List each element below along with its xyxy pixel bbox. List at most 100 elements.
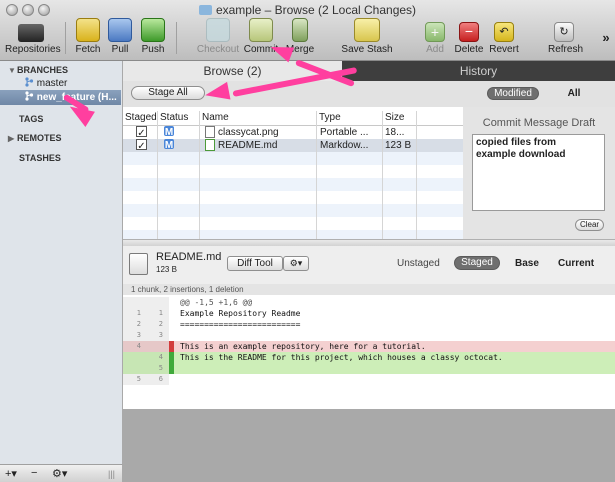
branches-heading: BRANCHES xyxy=(17,65,69,75)
column-header-size[interactable]: Size xyxy=(385,112,404,123)
empty-diff-area xyxy=(123,409,615,482)
remove-button[interactable]: − xyxy=(31,467,37,479)
revert-label: Revert xyxy=(489,44,519,55)
markdown-file-icon xyxy=(205,139,215,151)
push-button[interactable]: Push xyxy=(138,18,168,55)
image-file-icon xyxy=(205,126,215,138)
stash-icon xyxy=(354,18,380,42)
window-title-text: example – Browse (2 Local Changes) xyxy=(215,3,417,17)
diff-gear-menu-button[interactable]: ⚙▾ xyxy=(283,256,309,271)
revert-button[interactable]: ↶ Revert xyxy=(488,18,520,55)
save-stash-label: Save Stash xyxy=(341,44,393,55)
modified-filter-button[interactable]: Modified xyxy=(487,87,539,100)
sidebar-item-new-feature[interactable]: new_feature (H... xyxy=(0,90,121,105)
staged-checkbox[interactable]: ✓ xyxy=(136,126,147,137)
delete-label: Delete xyxy=(454,44,484,55)
add-menu-button[interactable]: +▾ xyxy=(5,467,17,480)
checkout-button[interactable]: Checkout xyxy=(196,18,240,55)
diff-header: README.md 123 B Diff Tool ⚙▾ Unstaged St… xyxy=(123,246,615,285)
checkout-icon xyxy=(206,18,230,42)
empty-row xyxy=(123,178,463,191)
sidebar-item-master[interactable]: master xyxy=(0,76,121,91)
checkout-label: Checkout xyxy=(196,44,240,55)
column-header-name[interactable]: Name xyxy=(202,112,229,123)
sidebar-section-remotes[interactable]: ▶ REMOTES xyxy=(8,133,62,143)
toolbar-overflow-label: » xyxy=(602,30,610,45)
diff-line-ctx: 33 xyxy=(123,330,615,341)
branch-icon xyxy=(24,77,34,87)
diff-line-text: This is the README for this project, whi… xyxy=(180,353,503,362)
app-window: example – Browse (2 Local Changes) Repos… xyxy=(0,0,615,482)
save-stash-button[interactable]: Save Stash xyxy=(341,18,393,55)
fetch-label: Fetch xyxy=(75,44,101,55)
sidebar-section-branches[interactable]: ▼BRANCHES xyxy=(8,65,68,75)
view-tabs: Browse (2) History xyxy=(123,61,615,81)
gear-menu-button[interactable]: ⚙▾ xyxy=(52,467,67,480)
refresh-icon: ↻ xyxy=(554,22,574,42)
folder-icon xyxy=(198,5,212,15)
push-up-arrow-icon xyxy=(141,18,165,42)
line-number-gutter xyxy=(123,297,169,308)
pull-button[interactable]: Pull xyxy=(106,18,134,55)
commit-message-panel: Commit Message Draft copied files from e… xyxy=(463,107,615,239)
current-view-button[interactable]: Current xyxy=(558,258,594,269)
all-filter-button[interactable]: All xyxy=(559,87,589,100)
commit-message-heading: Commit Message Draft xyxy=(482,117,596,129)
column-header-status[interactable]: Status xyxy=(160,112,188,123)
diff-file-name: README.md xyxy=(156,251,222,263)
change-marker xyxy=(169,374,174,385)
remotes-heading: REMOTES xyxy=(17,133,62,143)
commit-message-input[interactable]: copied files from example download xyxy=(472,134,605,211)
column-header-type[interactable]: Type xyxy=(319,112,341,123)
diff-line-text: ========================= xyxy=(180,320,301,329)
empty-row xyxy=(123,230,463,239)
modified-status-badge: M xyxy=(164,139,174,149)
column-header-staged[interactable]: Staged xyxy=(125,112,157,123)
new-line-number: 6 xyxy=(158,375,163,383)
diff-line-add: 4 This is the README for this project, wh… xyxy=(123,352,615,363)
add-button[interactable]: + Add xyxy=(421,18,449,55)
clear-button[interactable]: Clear xyxy=(575,219,604,231)
new-line-number: 2 xyxy=(158,320,163,328)
file-row[interactable]: ✓ M README.md Markdow... 123 B xyxy=(123,139,463,152)
toolbar-separator xyxy=(176,22,177,54)
diff-line-hunk: @@ -1,5 +1,6 @@ xyxy=(123,297,615,308)
file-row[interactable]: ✓ M classycat.png Portable ... 18... xyxy=(123,126,463,139)
staged-view-button[interactable]: Staged xyxy=(454,256,500,270)
sidebar-section-tags[interactable]: TAGS xyxy=(19,114,43,124)
diff-line-del: 4 This is an example repository, here for… xyxy=(123,341,615,352)
repositories-button[interactable]: Repositories xyxy=(5,18,61,55)
diff-line-text: @@ -1,5 +1,6 @@ xyxy=(180,298,253,307)
diff-line-text: This is an example repository, here for … xyxy=(180,342,426,351)
diff-tool-button[interactable]: Diff Tool xyxy=(227,256,283,271)
disclosure-open-icon: ▼ xyxy=(8,66,16,75)
add-label: Add xyxy=(426,44,444,55)
master-label: master xyxy=(36,78,68,89)
stage-all-button[interactable]: Stage All xyxy=(131,86,205,100)
sidebar-footer: +▾ − ⚙▾ ||| xyxy=(0,464,123,482)
change-marker xyxy=(169,297,174,308)
file-type: Markdow... xyxy=(320,140,369,151)
change-marker xyxy=(169,319,174,330)
tab-history[interactable]: History xyxy=(342,61,615,81)
diff-file-size: 123 B xyxy=(156,265,177,274)
resize-handle[interactable]: ||| xyxy=(108,469,115,479)
fetch-button[interactable]: Fetch xyxy=(72,18,104,55)
change-marker xyxy=(169,363,174,374)
change-marker xyxy=(169,341,174,352)
staged-checkbox[interactable]: ✓ xyxy=(136,139,147,150)
new-line-number: 1 xyxy=(158,309,163,317)
file-filter-bar: Stage All Modified All xyxy=(123,81,615,108)
unstaged-view-button[interactable]: Unstaged xyxy=(397,258,440,269)
disclosure-closed-icon: ▶ xyxy=(8,134,15,143)
delete-button[interactable]: − Delete xyxy=(453,18,485,55)
refresh-button[interactable]: ↻ Refresh xyxy=(548,18,584,55)
refresh-label: Refresh xyxy=(548,44,584,55)
file-size: 18... xyxy=(385,127,405,138)
diff-view: @@ -1,5 +1,6 @@ 1 1 Example Repository Read… xyxy=(123,295,615,409)
tags-heading: TAGS xyxy=(19,114,44,124)
base-view-button[interactable]: Base xyxy=(515,258,539,269)
sidebar-section-stashes[interactable]: STASHES xyxy=(19,153,61,163)
toolbar-overflow-button[interactable]: » xyxy=(600,30,612,45)
modified-status-badge: M xyxy=(164,126,174,136)
